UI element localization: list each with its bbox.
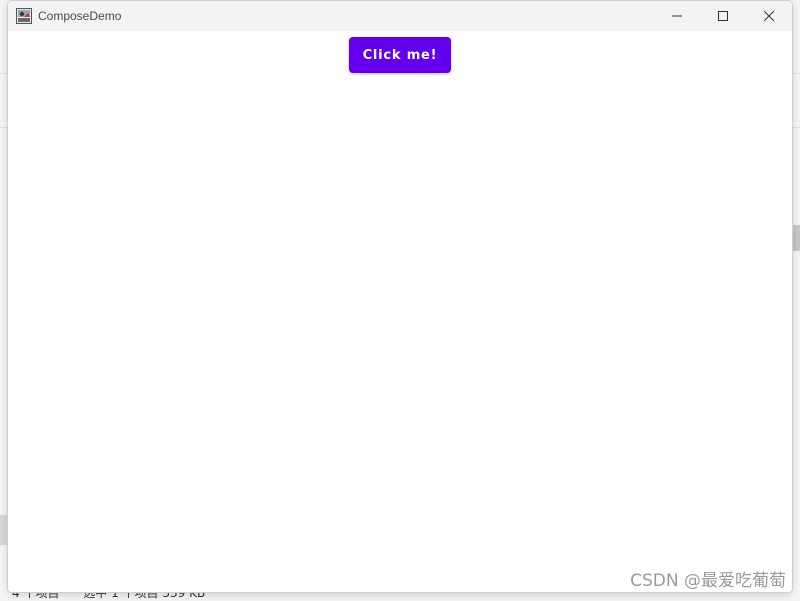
minimize-icon — [672, 11, 682, 21]
window-content: Click me! — [8, 31, 792, 592]
click-me-button[interactable]: Click me! — [349, 37, 451, 73]
app-icon — [16, 8, 32, 24]
scrollbar-thumb[interactable] — [792, 225, 800, 251]
close-button[interactable] — [746, 1, 792, 31]
background-panel-edge — [0, 515, 8, 545]
window-controls — [654, 1, 792, 31]
window-title: ComposeDemo — [38, 9, 121, 23]
watermark: CSDN @最爱吃葡萄 — [630, 566, 786, 591]
close-icon — [764, 11, 774, 21]
minimize-button[interactable] — [654, 1, 700, 31]
maximize-button[interactable] — [700, 1, 746, 31]
compose-demo-window: ComposeDemo Click me! — [8, 1, 792, 592]
title-bar[interactable]: ComposeDemo — [8, 1, 792, 31]
maximize-icon — [718, 11, 728, 21]
